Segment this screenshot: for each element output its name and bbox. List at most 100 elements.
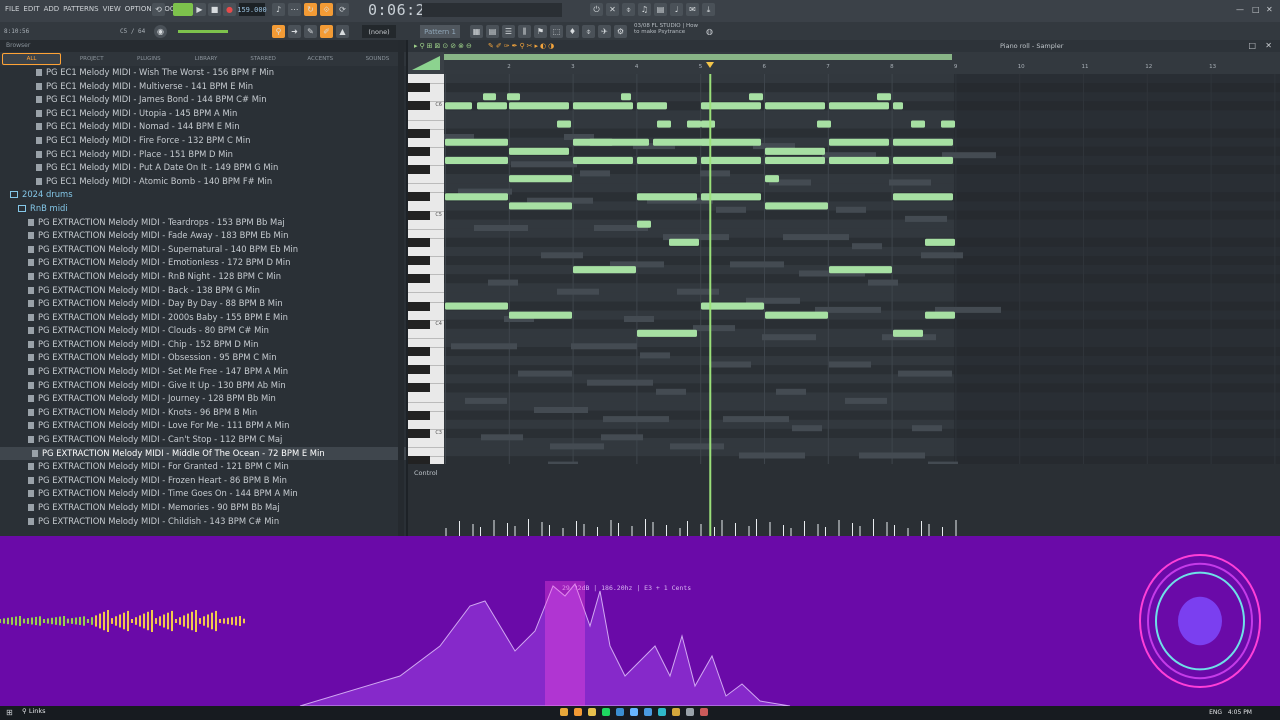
midi-note[interactable]: [509, 202, 572, 210]
black-key[interactable]: [408, 192, 430, 202]
black-key[interactable]: [408, 347, 430, 357]
browser-tab-plugins[interactable]: PLUGINS: [120, 56, 177, 62]
master-pitch-slider[interactable]: [178, 30, 228, 33]
browser-tab-accents[interactable]: ACCENTS: [292, 56, 349, 62]
snap-icon[interactable]: ⚲: [272, 25, 285, 38]
black-key[interactable]: [408, 128, 430, 138]
browser-file[interactable]: PG EXTRACTION Melody MIDI - Love For Me …: [0, 419, 406, 433]
menu-patterns[interactable]: PATTERNS: [61, 5, 100, 13]
black-key[interactable]: [408, 365, 430, 375]
midi-note[interactable]: [445, 102, 472, 110]
midi-note[interactable]: [829, 138, 889, 146]
browser-icon[interactable]: ⚑: [534, 25, 547, 38]
midi-note[interactable]: [829, 266, 892, 274]
black-key[interactable]: [408, 83, 430, 93]
browser-file[interactable]: PG EXTRACTION Melody MIDI - Fade Away - …: [0, 229, 406, 243]
midi-note[interactable]: [509, 175, 572, 183]
playhead-marker[interactable]: [706, 62, 715, 68]
midi-note[interactable]: [765, 147, 825, 155]
midi-note[interactable]: [573, 266, 636, 274]
black-key[interactable]: [408, 274, 430, 284]
plugin-db-icon[interactable]: ✈: [598, 25, 611, 38]
midi-note[interactable]: [941, 120, 955, 128]
pattern-song-toggle[interactable]: [173, 3, 193, 16]
browser-file[interactable]: PG EXTRACTION Melody MIDI - For Granted …: [0, 460, 406, 474]
browser-file[interactable]: PG EXTRACTION Melody MIDI - Middle Of Th…: [0, 446, 406, 461]
midi-note[interactable]: [765, 311, 828, 319]
midi-note[interactable]: [893, 329, 923, 337]
pencil-icon[interactable]: ✎: [304, 25, 317, 38]
midi-note[interactable]: [637, 102, 667, 110]
midi-note[interactable]: [829, 156, 889, 164]
detach-icon[interactable]: □: [1248, 41, 1256, 50]
piano-roll-icon[interactable]: ▤: [486, 25, 499, 38]
playlist-icon[interactable]: ▦: [470, 25, 483, 38]
midi-note[interactable]: [477, 102, 507, 110]
midi-note[interactable]: [637, 156, 697, 164]
browser-file[interactable]: PG EXTRACTION Melody MIDI - Day By Day -…: [0, 297, 406, 311]
midi-note[interactable]: [911, 120, 925, 128]
midi-note[interactable]: [445, 156, 508, 164]
files-icon[interactable]: [672, 708, 680, 716]
master-volume-knob[interactable]: ◉: [154, 25, 167, 38]
midi-note[interactable]: [573, 102, 633, 110]
stamp-icon[interactable]: ▲: [336, 25, 349, 38]
mic-small-icon[interactable]: ⌽: [582, 25, 595, 38]
piano-roll-close-icon[interactable]: ✕: [1265, 41, 1272, 50]
menu-view[interactable]: VIEW: [101, 5, 123, 13]
midi-note[interactable]: [701, 120, 715, 128]
undo-icon[interactable]: ⟲: [152, 3, 165, 16]
taskbar-clock[interactable]: 4:05 PM: [1228, 709, 1252, 716]
browser-file[interactable]: PG EXTRACTION Melody MIDI - Emotionless …: [0, 256, 406, 270]
browser-tab-library[interactable]: LIBRARY: [177, 56, 234, 62]
chrome-icon[interactable]: [560, 708, 568, 716]
browser-tab-all[interactable]: ALL: [2, 53, 62, 65]
midi-note[interactable]: [765, 102, 825, 110]
midi-note[interactable]: [829, 102, 889, 110]
loop-region[interactable]: [444, 54, 952, 60]
browser-file[interactable]: PG EXTRACTION Melody MIDI - Teardrops - …: [0, 216, 406, 230]
browser-file[interactable]: PG EXTRACTION Melody MIDI - Knots - 96 B…: [0, 406, 406, 420]
chat-icon[interactable]: ✉: [686, 3, 699, 16]
midi-note[interactable]: [557, 120, 571, 128]
midi-note[interactable]: [509, 311, 572, 319]
midi-note[interactable]: [925, 311, 955, 319]
maximize-icon[interactable]: □: [1252, 3, 1260, 16]
midi-note[interactable]: [621, 93, 631, 101]
fl-studio-icon[interactable]: [574, 708, 582, 716]
channel-rack-icon[interactable]: ☰: [502, 25, 515, 38]
news-hint[interactable]: 03/08 FL STUDIO | How to make Psytrance: [634, 23, 698, 36]
media-icon[interactable]: [700, 708, 708, 716]
browser-file[interactable]: PG EC1 Melody MIDI - Utopia - 145 BPM A …: [0, 107, 406, 121]
black-key[interactable]: [408, 383, 430, 393]
browser-file[interactable]: PG EXTRACTION Melody MIDI - Back - 138 B…: [0, 284, 406, 298]
midi-note[interactable]: [893, 138, 953, 146]
black-key[interactable]: [408, 146, 430, 156]
browser-file[interactable]: PG EXTRACTION Melody MIDI - Time Goes On…: [0, 487, 406, 501]
mixer-icon[interactable]: ⫼: [518, 25, 531, 38]
browser-file[interactable]: PG EXTRACTION Melody MIDI - Can't Stop -…: [0, 433, 406, 447]
plugin-icon[interactable]: ⏻: [590, 3, 603, 16]
midi-note[interactable]: [637, 220, 651, 228]
midi-note[interactable]: [877, 93, 891, 101]
browser-folder[interactable]: 2024 drums: [0, 188, 406, 202]
black-key[interactable]: [408, 428, 430, 438]
piano-roll-tools[interactable]: ▸⚲⊞⊠⊙⊘⊗⊖: [414, 42, 474, 50]
taskbar-search[interactable]: ⚲ Links: [22, 707, 46, 715]
close-icon[interactable]: ✕: [1266, 3, 1273, 16]
browser-tab-starred[interactable]: STARRED: [235, 56, 292, 62]
midi-note[interactable]: [765, 175, 779, 183]
piano-keyboard[interactable]: C6 C5 C4 C3: [408, 74, 444, 514]
mic-icon[interactable]: ⌽: [622, 3, 635, 16]
browser-folder[interactable]: RnB midi: [0, 202, 406, 216]
folder-icon[interactable]: [588, 708, 596, 716]
windows-start-icon[interactable]: ⊞: [6, 708, 13, 717]
midi-note[interactable]: [573, 156, 633, 164]
mail-icon[interactable]: [644, 708, 652, 716]
blend-icon[interactable]: ⟐: [320, 3, 333, 16]
globe-icon[interactable]: ◍: [706, 25, 713, 38]
midi-note[interactable]: [589, 138, 649, 146]
midi-note[interactable]: [637, 193, 697, 201]
midi-note[interactable]: [893, 156, 953, 164]
snap-select[interactable]: (none): [362, 25, 396, 38]
